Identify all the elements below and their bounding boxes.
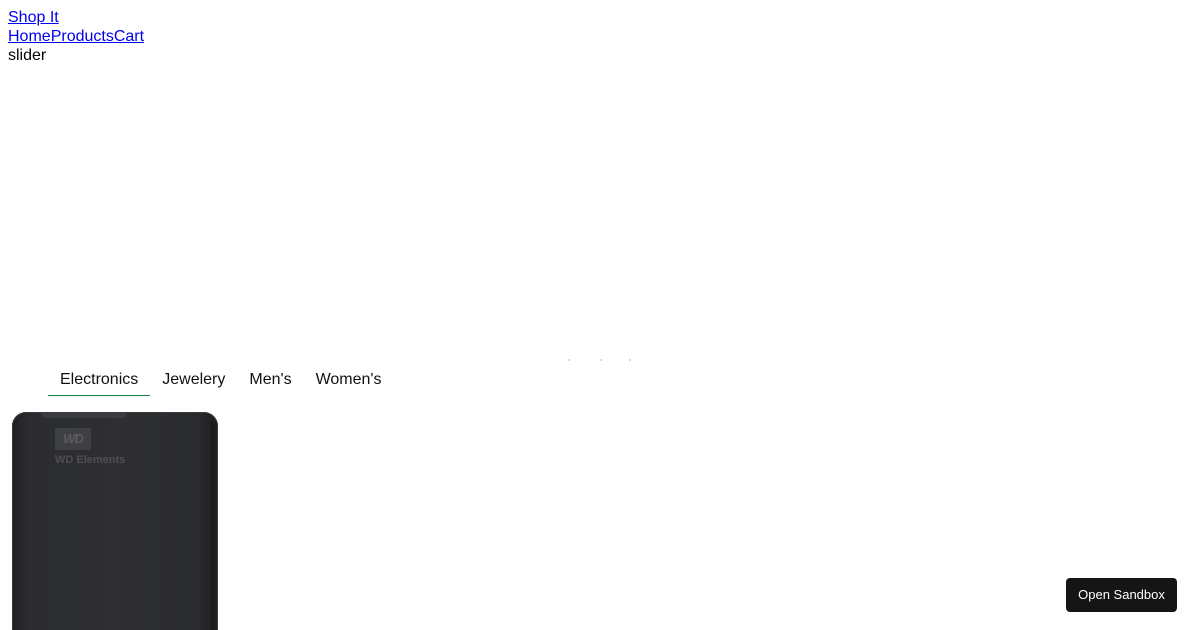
product-card[interactable]: WD WD Elements [12, 412, 218, 630]
slider-dot[interactable] [568, 359, 570, 361]
tab-mens[interactable]: Men's [237, 364, 303, 395]
slider-alt-text: slider [8, 47, 47, 64]
slider-dot[interactable] [629, 359, 631, 361]
main-nav: HomeProductsCart [8, 27, 144, 46]
slider-dot[interactable] [600, 359, 602, 361]
slider-dots [568, 359, 638, 362]
tab-jewelery[interactable]: Jewelery [150, 364, 237, 395]
wd-logo: WD [55, 428, 91, 450]
nav-products-link[interactable]: Products [51, 28, 114, 45]
drive-connector [42, 412, 126, 418]
product-image-label: WD Elements [55, 454, 126, 466]
tab-womens[interactable]: Women's [304, 364, 394, 395]
category-tabs: Electronics Jewelery Men's Women's [48, 364, 393, 397]
page: Shop It HomeProductsCart slider Electron… [0, 0, 1200, 630]
open-sandbox-button[interactable]: Open Sandbox [1066, 578, 1177, 612]
slider-image-broken: slider [8, 46, 46, 65]
nav-cart-link[interactable]: Cart [114, 28, 144, 45]
product-image: WD WD Elements [12, 412, 218, 630]
drive-edge [211, 422, 214, 630]
brand-link[interactable]: Shop It [8, 8, 59, 27]
tab-electronics[interactable]: Electronics [48, 364, 151, 396]
nav-home-link[interactable]: Home [8, 28, 51, 45]
